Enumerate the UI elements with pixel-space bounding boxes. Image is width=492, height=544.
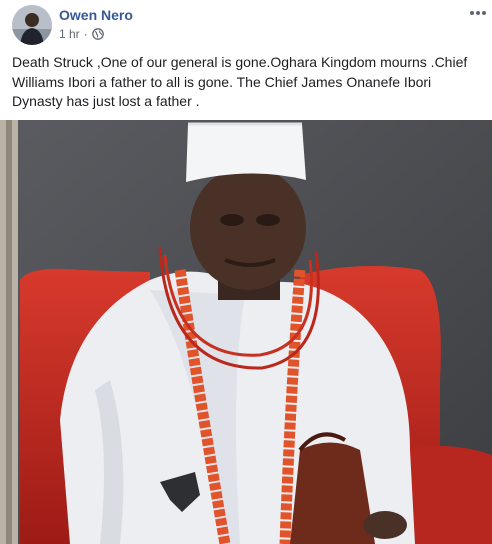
post-meta: 1 hr · [59, 27, 104, 41]
avatar-image [12, 5, 52, 45]
author-name-link[interactable]: Owen Nero [59, 7, 133, 23]
author-avatar[interactable] [12, 5, 52, 45]
post-photo[interactable] [0, 120, 492, 544]
meta-separator: · [83, 27, 88, 41]
post-message: Death Struck ,One of our general is gone… [12, 54, 468, 109]
more-options-icon [470, 11, 486, 15]
globe-icon[interactable] [91, 28, 104, 40]
post-timestamp[interactable]: 1 hr [59, 27, 80, 41]
more-options-button[interactable] [467, 4, 489, 22]
photo-portrait-image [0, 120, 492, 544]
post-header: Owen Nero 1 hr · [0, 0, 492, 50]
